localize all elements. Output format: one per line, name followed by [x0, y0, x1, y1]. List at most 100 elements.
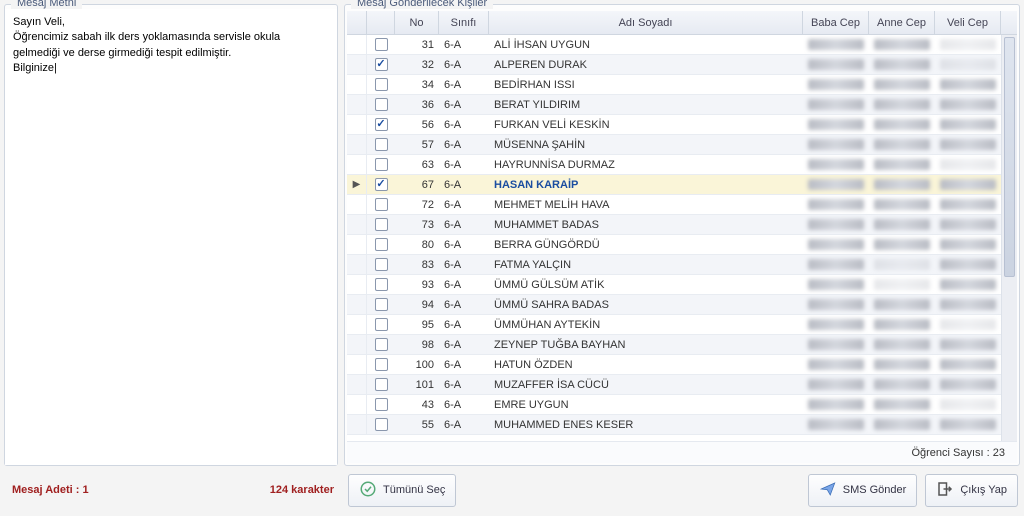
row-checkbox[interactable] — [375, 158, 388, 171]
cell-no: 80 — [395, 235, 439, 254]
table-row[interactable]: 346-ABEDİRHAN ISSI — [347, 75, 1001, 95]
row-checkbox[interactable] — [375, 198, 388, 211]
cell-class: 6-A — [439, 375, 489, 394]
select-all-button[interactable]: Tümünü Seç — [348, 474, 456, 507]
cell-class: 6-A — [439, 315, 489, 334]
cell-no: 73 — [395, 215, 439, 234]
cell-class: 6-A — [439, 175, 489, 194]
col-name[interactable]: Adı Soyadı — [489, 11, 803, 34]
student-count: Öğrenci Sayısı : 23 — [911, 447, 1005, 459]
row-checkbox[interactable] — [375, 138, 388, 151]
table-row[interactable]: 836-AFATMA YALÇIN — [347, 255, 1001, 275]
table-row[interactable]: 366-ABERAT YILDIRIM — [347, 95, 1001, 115]
cell-phone — [935, 195, 1001, 214]
cell-phone — [935, 155, 1001, 174]
col-father[interactable]: Baba Cep — [803, 11, 869, 34]
table-row[interactable]: 326-AALPEREN DURAK — [347, 55, 1001, 75]
cell-phone — [935, 175, 1001, 194]
cell-phone — [869, 135, 935, 154]
table-row[interactable]: 636-AHAYRUNNİSA DURMAZ — [347, 155, 1001, 175]
select-all-label: Tümünü Seç — [383, 484, 445, 496]
col-mother[interactable]: Anne Cep — [869, 11, 935, 34]
cell-phone — [869, 395, 935, 414]
cell-phone — [803, 395, 869, 414]
table-row[interactable]: 726-AMEHMET MELİH HAVA — [347, 195, 1001, 215]
cell-phone — [803, 35, 869, 54]
cell-no: 67 — [395, 175, 439, 194]
cell-class: 6-A — [439, 55, 489, 74]
cell-phone — [869, 355, 935, 374]
table-row[interactable]: 316-AALİ İHSAN UYGUN — [347, 35, 1001, 55]
table-row[interactable]: 1016-AMUZAFFER İSA CÜCÜ — [347, 375, 1001, 395]
cell-phone — [803, 255, 869, 274]
row-checkbox[interactable] — [375, 118, 388, 131]
row-checkbox[interactable] — [375, 178, 388, 191]
cell-name: BERAT YILDIRIM — [489, 95, 803, 114]
row-marker — [347, 335, 367, 354]
cell-no: 83 — [395, 255, 439, 274]
cell-phone — [869, 295, 935, 314]
table-row[interactable]: 986-AZEYNEP TUĞBA BAYHAN — [347, 335, 1001, 355]
row-checkbox[interactable] — [375, 58, 388, 71]
cell-name: ÜMMÜ SAHRA BADAS — [489, 295, 803, 314]
cell-phone — [935, 55, 1001, 74]
table-row[interactable]: 1006-AHATUN ÖZDEN — [347, 355, 1001, 375]
cell-no: 95 — [395, 315, 439, 334]
row-checkbox[interactable] — [375, 358, 388, 371]
cell-no: 57 — [395, 135, 439, 154]
message-textarea[interactable] — [5, 9, 337, 465]
cell-phone — [869, 235, 935, 254]
table-row[interactable]: 576-AMÜSENNA ŞAHİN — [347, 135, 1001, 155]
row-checkbox[interactable] — [375, 378, 388, 391]
cell-no: 94 — [395, 295, 439, 314]
row-marker — [347, 75, 367, 94]
row-checkbox[interactable] — [375, 318, 388, 331]
row-checkbox[interactable] — [375, 298, 388, 311]
row-checkbox[interactable] — [375, 278, 388, 291]
table-row[interactable]: ▶676-AHASAN KARAİP — [347, 175, 1001, 195]
table-row[interactable]: 566-AFURKAN VELİ KESKİN — [347, 115, 1001, 135]
row-checkbox[interactable] — [375, 418, 388, 431]
row-checkbox[interactable] — [375, 398, 388, 411]
col-guardian[interactable]: Veli Cep — [935, 11, 1001, 34]
send-sms-button[interactable]: SMS Gönder — [808, 474, 918, 507]
table-row[interactable]: 946-AÜMMÜ SAHRA BADAS — [347, 295, 1001, 315]
table-row[interactable]: 556-AMUHAMMED ENES KESER — [347, 415, 1001, 435]
row-marker — [347, 295, 367, 314]
table-header: No Sınıfı Adı Soyadı Baba Cep Anne Cep V… — [347, 11, 1017, 35]
cell-name: EMRE UYGUN — [489, 395, 803, 414]
cell-phone — [803, 355, 869, 374]
row-marker — [347, 195, 367, 214]
cell-name: ÜMMÜ GÜLSÜM ATİK — [489, 275, 803, 294]
cell-class: 6-A — [439, 235, 489, 254]
col-class[interactable]: Sınıfı — [439, 11, 489, 34]
row-checkbox[interactable] — [375, 78, 388, 91]
row-checkbox[interactable] — [375, 238, 388, 251]
row-checkbox[interactable] — [375, 98, 388, 111]
col-no[interactable]: No — [395, 11, 439, 34]
table-row[interactable]: 956-AÜMMÜHAN AYTEKİN — [347, 315, 1001, 335]
cell-name: ÜMMÜHAN AYTEKİN — [489, 315, 803, 334]
cell-no: 32 — [395, 55, 439, 74]
cell-class: 6-A — [439, 255, 489, 274]
table-row[interactable]: 806-ABERRA GÜNGÖRDÜ — [347, 235, 1001, 255]
cell-class: 6-A — [439, 355, 489, 374]
table-row[interactable]: 936-AÜMMÜ GÜLSÜM ATİK — [347, 275, 1001, 295]
row-marker — [347, 155, 367, 174]
row-checkbox[interactable] — [375, 218, 388, 231]
table-row[interactable]: 436-AEMRE UYGUN — [347, 395, 1001, 415]
row-checkbox[interactable] — [375, 38, 388, 51]
cell-phone — [869, 95, 935, 114]
scrollbar[interactable] — [1001, 35, 1017, 441]
row-checkbox[interactable] — [375, 338, 388, 351]
table-row[interactable]: 736-AMUHAMMET BADAS — [347, 215, 1001, 235]
cell-phone — [803, 295, 869, 314]
row-checkbox[interactable] — [375, 258, 388, 271]
cell-class: 6-A — [439, 295, 489, 314]
cell-phone — [935, 335, 1001, 354]
cell-phone — [869, 75, 935, 94]
cell-phone — [869, 415, 935, 434]
exit-button[interactable]: Çıkış Yap — [925, 474, 1018, 507]
table-body[interactable]: 316-AALİ İHSAN UYGUN326-AALPEREN DURAK34… — [347, 35, 1001, 441]
cell-no: 98 — [395, 335, 439, 354]
